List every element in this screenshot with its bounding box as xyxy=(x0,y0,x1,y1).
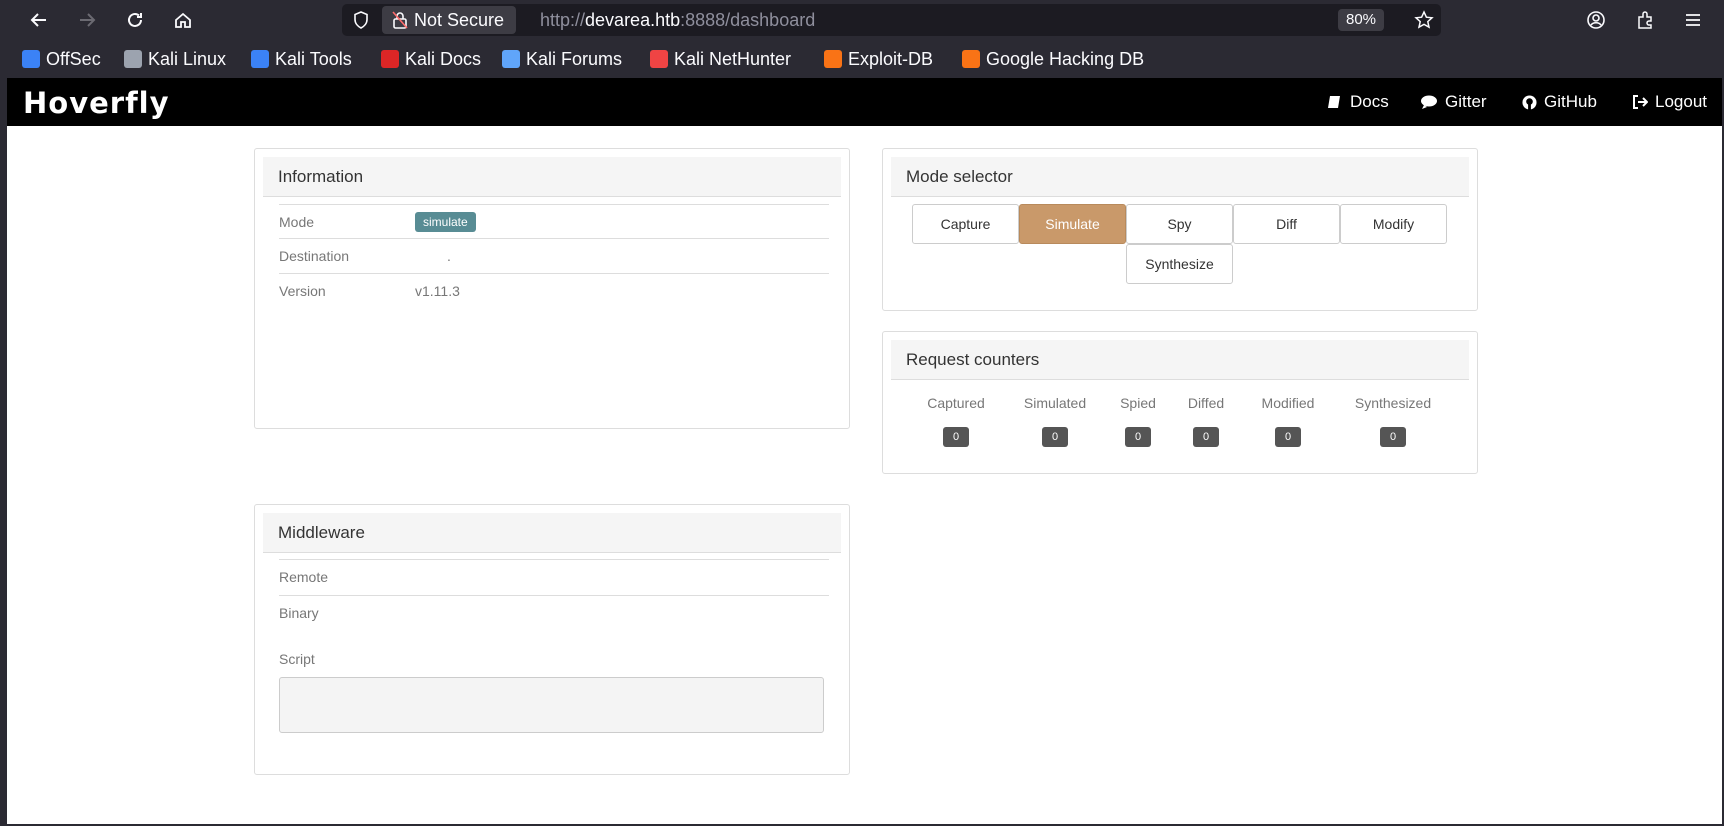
remote-row: Remote xyxy=(279,559,829,593)
script-textarea[interactable] xyxy=(279,677,824,733)
information-panel: Information Mode simulate Destination . … xyxy=(254,148,850,429)
version-value: v1.11.3 xyxy=(415,283,460,299)
browser-toolbar: Not Secure http://devarea.htb:8888/dashb… xyxy=(0,0,1724,40)
mode-selector-title: Mode selector xyxy=(891,157,1469,197)
kali-forums-icon xyxy=(502,50,520,68)
modified-count: 0 xyxy=(1275,427,1301,447)
bookmark-google-hacking-db[interactable]: Google Hacking DB xyxy=(962,47,1144,71)
account-icon[interactable] xyxy=(1581,6,1611,34)
diffed-label: Diffed xyxy=(1187,395,1225,411)
bookmark-kali-nethunter[interactable]: Kali NetHunter xyxy=(650,47,791,71)
url-host: devarea.htb xyxy=(585,10,681,30)
bookmark-label: Exploit-DB xyxy=(848,48,934,69)
not-secure-label: Not Secure xyxy=(414,9,505,30)
modify-button[interactable]: Modify xyxy=(1340,204,1447,244)
ghdb-icon xyxy=(962,50,980,68)
diff-button[interactable]: Diff xyxy=(1233,204,1340,244)
diffed-count: 0 xyxy=(1193,427,1219,447)
destination-row: Destination . xyxy=(279,238,829,272)
mode-selector-panel: Mode selector Capture Simulate Spy Diff … xyxy=(882,148,1478,311)
synthesize-button[interactable]: Synthesize xyxy=(1126,244,1233,284)
bookmark-kali-tools[interactable]: Kali Tools xyxy=(251,47,352,71)
captured-label: Captured xyxy=(927,395,985,411)
kali-dragon-icon xyxy=(124,50,142,68)
nav-github[interactable]: GitHub xyxy=(1522,92,1597,112)
mode-badge: simulate xyxy=(415,212,476,232)
url-text[interactable]: http://devarea.htb:8888/dashboard xyxy=(540,10,815,31)
lock-insecure-icon xyxy=(392,11,408,29)
bookmark-kali-forums[interactable]: Kali Forums xyxy=(502,47,622,71)
information-title: Information xyxy=(263,157,841,197)
request-counters-panel: Request counters Captured Simulated Spie… xyxy=(882,331,1478,474)
bookmark-label: Google Hacking DB xyxy=(986,48,1145,69)
chat-bubble-icon xyxy=(1421,95,1437,109)
remote-label: Remote xyxy=(279,569,329,585)
bookmark-star-icon[interactable] xyxy=(1412,8,1436,32)
nav-gitter[interactable]: Gitter xyxy=(1420,92,1487,112)
bookmark-label: OffSec xyxy=(46,48,101,69)
spy-button[interactable]: Spy xyxy=(1126,204,1233,244)
hoverfly-logo[interactable]: Hoverfly xyxy=(23,86,170,120)
script-label: Script xyxy=(279,651,315,667)
synthesized-count: 0 xyxy=(1380,427,1406,447)
zoom-badge[interactable]: 80% xyxy=(1338,9,1385,31)
bookmark-label: Kali Tools xyxy=(275,48,352,69)
offsec-icon xyxy=(22,50,40,68)
bookmark-label: Kali Linux xyxy=(148,48,227,69)
nav-docs[interactable]: Docs xyxy=(1327,92,1389,112)
mode-row: Mode simulate xyxy=(279,204,829,238)
app-navbar: Hoverfly Docs Gitter GitHub Logout xyxy=(7,78,1722,126)
middleware-title: Middleware xyxy=(263,513,841,553)
captured-count: 0 xyxy=(943,427,969,447)
kali-docs-icon xyxy=(381,50,399,68)
home-icon[interactable] xyxy=(168,5,198,35)
kali-nethunter-icon xyxy=(650,50,668,68)
simulated-count: 0 xyxy=(1042,427,1068,447)
destination-label: Destination xyxy=(279,248,350,264)
bookmarks-bar: OffSec Kali Linux Kali Tools Kali Docs K… xyxy=(0,40,1724,78)
url-bar[interactable]: Not Secure http://devarea.htb:8888/dashb… xyxy=(342,4,1441,36)
version-row: Version v1.11.3 xyxy=(279,273,829,307)
destination-value: . xyxy=(447,248,451,264)
version-label: Version xyxy=(279,283,326,299)
binary-label: Binary xyxy=(279,605,319,621)
simulated-label: Simulated xyxy=(1023,395,1087,411)
github-icon xyxy=(1522,94,1537,110)
bookmark-exploit-db[interactable]: Exploit-DB xyxy=(824,47,933,71)
menu-icon[interactable] xyxy=(1678,6,1708,34)
spied-label: Spied xyxy=(1120,395,1156,411)
back-icon[interactable] xyxy=(24,5,54,35)
bookmark-label: Kali Docs xyxy=(405,48,482,69)
spied-count: 0 xyxy=(1125,427,1151,447)
nav-github-label: GitHub xyxy=(1544,92,1597,111)
bookmark-label: Kali Forums xyxy=(526,48,623,69)
request-counters-title: Request counters xyxy=(891,340,1469,380)
not-secure-indicator[interactable]: Not Secure xyxy=(382,6,517,34)
nav-gitter-label: Gitter xyxy=(1445,92,1487,111)
extensions-icon[interactable] xyxy=(1630,6,1660,34)
kali-tools-icon xyxy=(251,50,269,68)
capture-button[interactable]: Capture xyxy=(912,204,1019,244)
logout-icon xyxy=(1633,95,1648,109)
simulate-button[interactable]: Simulate xyxy=(1019,204,1126,244)
reload-icon[interactable] xyxy=(120,5,150,35)
nav-logout[interactable]: Logout xyxy=(1632,92,1707,112)
bookmark-offsec[interactable]: OffSec xyxy=(22,47,101,71)
bookmark-label: Kali NetHunter xyxy=(674,48,792,69)
bookmark-kali-linux[interactable]: Kali Linux xyxy=(124,47,226,71)
middleware-panel: Middleware Remote Binary Script xyxy=(254,504,850,775)
nav-docs-label: Docs xyxy=(1350,92,1389,111)
bookmark-kali-docs[interactable]: Kali Docs xyxy=(381,47,481,71)
nav-logout-label: Logout xyxy=(1655,92,1707,111)
forward-icon[interactable] xyxy=(72,5,102,35)
modified-label: Modified xyxy=(1261,395,1315,411)
url-path: :8888/dashboard xyxy=(680,10,816,30)
binary-row: Binary xyxy=(279,595,829,629)
shield-icon[interactable] xyxy=(348,8,374,32)
exploit-db-icon xyxy=(824,50,842,68)
url-scheme: http:// xyxy=(540,10,586,30)
synthesized-label: Synthesized xyxy=(1354,395,1432,411)
mode-label: Mode xyxy=(279,214,315,230)
book-icon xyxy=(1328,96,1340,108)
